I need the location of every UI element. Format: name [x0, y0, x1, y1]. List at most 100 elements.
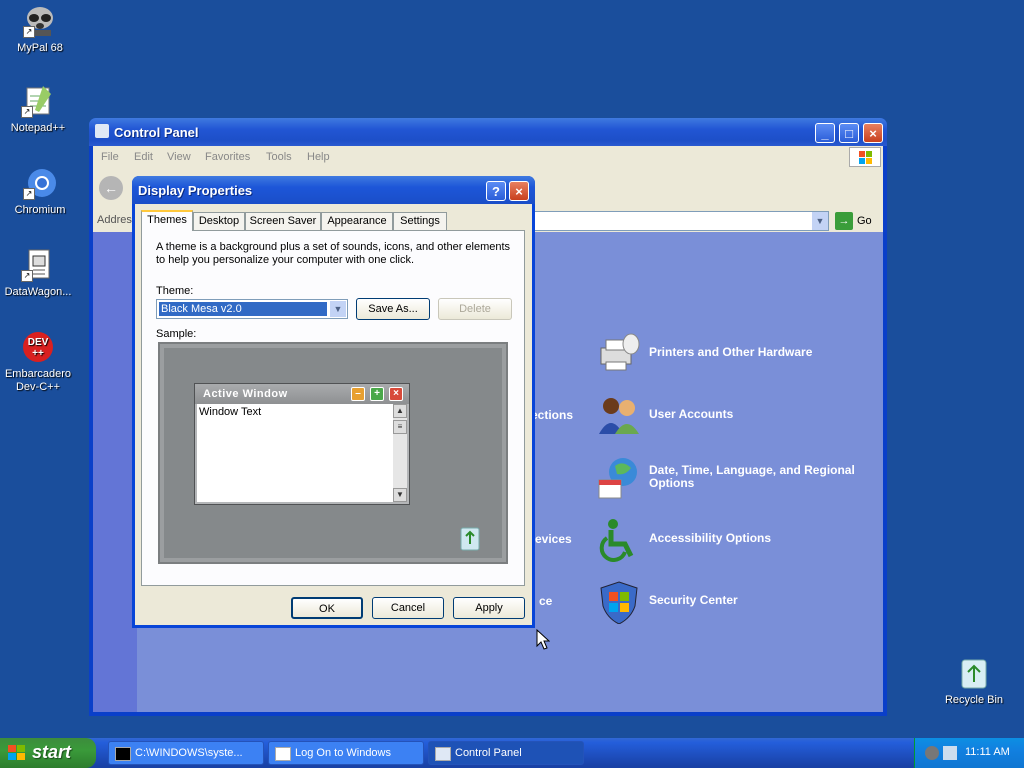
system-tray: 11:11 AM	[914, 738, 1024, 768]
safely-remove-icon[interactable]	[943, 746, 957, 760]
notepadpp-icon: ↗	[21, 84, 55, 118]
tab-themes[interactable]: Themes	[141, 210, 193, 231]
cancel-button[interactable]: Cancel	[372, 597, 444, 619]
menu-help[interactable]: Help	[307, 151, 330, 163]
go-button[interactable]: → Go	[835, 212, 879, 230]
dialog-titlebar[interactable]: Display Properties ? ×	[132, 176, 535, 204]
minimize-button[interactable]: _	[815, 123, 835, 143]
theme-label: Theme:	[156, 285, 194, 297]
category-partial-label[interactable]: ce	[539, 594, 552, 608]
menu-bar: File Edit View Favorites Tools Help	[93, 146, 883, 168]
chevron-down-icon[interactable]: ▼	[812, 212, 828, 230]
mouse-cursor-icon	[536, 628, 551, 654]
windows-logo-icon	[849, 147, 881, 167]
window-title: Control Panel	[114, 125, 199, 140]
taskbar-button-cmd[interactable]: C:\WINDOWS\syste...	[108, 741, 264, 765]
sample-window-title: Active Window	[203, 388, 288, 400]
scroll-thumb: ≡	[393, 420, 407, 434]
theme-description: A theme is a background plus a set of so…	[156, 241, 511, 266]
recycle-bin-label: Recycle Bin	[944, 694, 1004, 706]
back-button[interactable]: ←	[99, 176, 123, 200]
datawagon-icon: ↗	[21, 248, 55, 282]
task-label: C:\WINDOWS\syste...	[135, 747, 243, 759]
category-accessibility[interactable]: Accessibility Options	[597, 518, 883, 564]
mypal-icon: ↗	[23, 4, 57, 38]
menu-file[interactable]: File	[101, 151, 119, 163]
menu-view[interactable]: View	[167, 151, 191, 163]
taskbar: start C:\WINDOWS\syste... Log On to Wind…	[0, 738, 1024, 768]
delete-button[interactable]: Delete	[438, 298, 512, 320]
start-button[interactable]: start	[0, 738, 96, 768]
close-button[interactable]: ×	[863, 123, 883, 143]
task-label: Log On to Windows	[295, 747, 391, 759]
scroll-up-icon: ▲	[393, 404, 407, 418]
taskbar-button-logon[interactable]: Log On to Windows	[268, 741, 424, 765]
category-label: User Accounts	[649, 407, 734, 421]
sample-close-icon: ×	[389, 387, 403, 401]
globe-calendar-icon	[597, 456, 641, 500]
desktop-icon-mypal[interactable]: ↗ MyPal 68	[0, 4, 80, 55]
category-user-accounts[interactable]: User Accounts	[597, 394, 883, 440]
start-label: start	[32, 742, 72, 762]
category-printers-hardware[interactable]: Printers and Other Hardware	[597, 332, 883, 378]
menu-tools[interactable]: Tools	[266, 151, 292, 163]
sample-active-window: Active Window – + × Window Text ▲ ≡ ▼	[194, 383, 410, 505]
svg-text:DEV: DEV	[28, 337, 49, 348]
category-partial-label[interactable]: evices	[535, 532, 572, 546]
desktop-icon-notepadpp[interactable]: ↗ Notepad++	[0, 84, 78, 135]
category-date-time-language[interactable]: Date, Time, Language, and Regional Optio…	[597, 456, 883, 502]
ok-button[interactable]: OK	[291, 597, 363, 619]
menu-favorites[interactable]: Favorites	[205, 151, 250, 163]
themes-panel: A theme is a background plus a set of so…	[141, 230, 525, 586]
category-label: Date, Time, Language, and Regional Optio…	[649, 463, 855, 490]
desktop-icon-label: DataWagon...	[4, 286, 72, 298]
recycle-bin-icon	[958, 656, 990, 690]
control-panel-titlebar[interactable]: Control Panel _ □ ×	[89, 118, 887, 146]
category-label: Printers and Other Hardware	[649, 345, 813, 359]
accessibility-icon	[597, 518, 641, 562]
console-icon	[115, 747, 131, 761]
svg-text:++: ++	[32, 348, 44, 359]
go-arrow-icon: →	[835, 212, 853, 230]
category-label: Accessibility Options	[649, 531, 772, 545]
desktop-icon-label: Chromium	[14, 204, 66, 216]
dialog-title: Display Properties	[138, 183, 253, 198]
windows-flag-icon	[8, 745, 26, 761]
category-partial-label[interactable]: ections	[531, 408, 573, 422]
desktop-icon-devcpp[interactable]: DEV ++ Embarcadero Dev-C++	[0, 330, 78, 394]
close-button[interactable]: ×	[509, 181, 529, 201]
display-properties-dialog: Display Properties ? × Themes Desktop Sc…	[132, 176, 535, 628]
desktop-icon-chromium[interactable]: ↗ Chromium	[0, 166, 80, 217]
desktop-icon-label: Notepad++	[10, 122, 66, 134]
sample-recycle-icon	[458, 524, 482, 552]
sample-window-text: Window Text	[199, 406, 262, 418]
tab-screen-saver[interactable]: Screen Saver	[245, 212, 321, 230]
taskbar-button-control-panel[interactable]: Control Panel	[428, 741, 584, 765]
sample-minimize-icon: –	[351, 387, 365, 401]
window-icon	[275, 747, 291, 761]
desktop-icon-datawagon[interactable]: ↗ DataWagon...	[0, 248, 78, 299]
tab-appearance[interactable]: Appearance	[321, 212, 393, 230]
clock: 11:11 AM	[965, 746, 1010, 758]
sample-label: Sample:	[156, 328, 197, 340]
sample-scrollbar: ▲ ≡ ▼	[393, 404, 407, 502]
desktop-icon-label: MyPal 68	[17, 42, 63, 54]
help-button[interactable]: ?	[486, 181, 506, 201]
category-label: Security Center	[649, 593, 738, 607]
printer-icon	[597, 332, 641, 376]
desktop-icon-recycle-bin[interactable]: Recycle Bin	[944, 656, 1004, 706]
theme-selected-value: Black Mesa v2.0	[159, 302, 327, 316]
sample-maximize-icon: +	[370, 387, 384, 401]
chevron-down-icon[interactable]: ▼	[330, 301, 346, 317]
apply-button[interactable]: Apply	[453, 597, 525, 619]
tab-desktop[interactable]: Desktop	[193, 212, 245, 230]
category-security-center[interactable]: Security Center	[597, 580, 883, 626]
network-icon[interactable]	[925, 746, 939, 760]
devcpp-icon: DEV ++	[21, 330, 55, 364]
user-accounts-icon	[597, 394, 641, 438]
maximize-button[interactable]: □	[839, 123, 859, 143]
tab-settings[interactable]: Settings	[393, 212, 447, 230]
theme-select[interactable]: Black Mesa v2.0 ▼	[156, 299, 348, 319]
menu-edit[interactable]: Edit	[134, 151, 153, 163]
save-as-button[interactable]: Save As...	[356, 298, 430, 320]
